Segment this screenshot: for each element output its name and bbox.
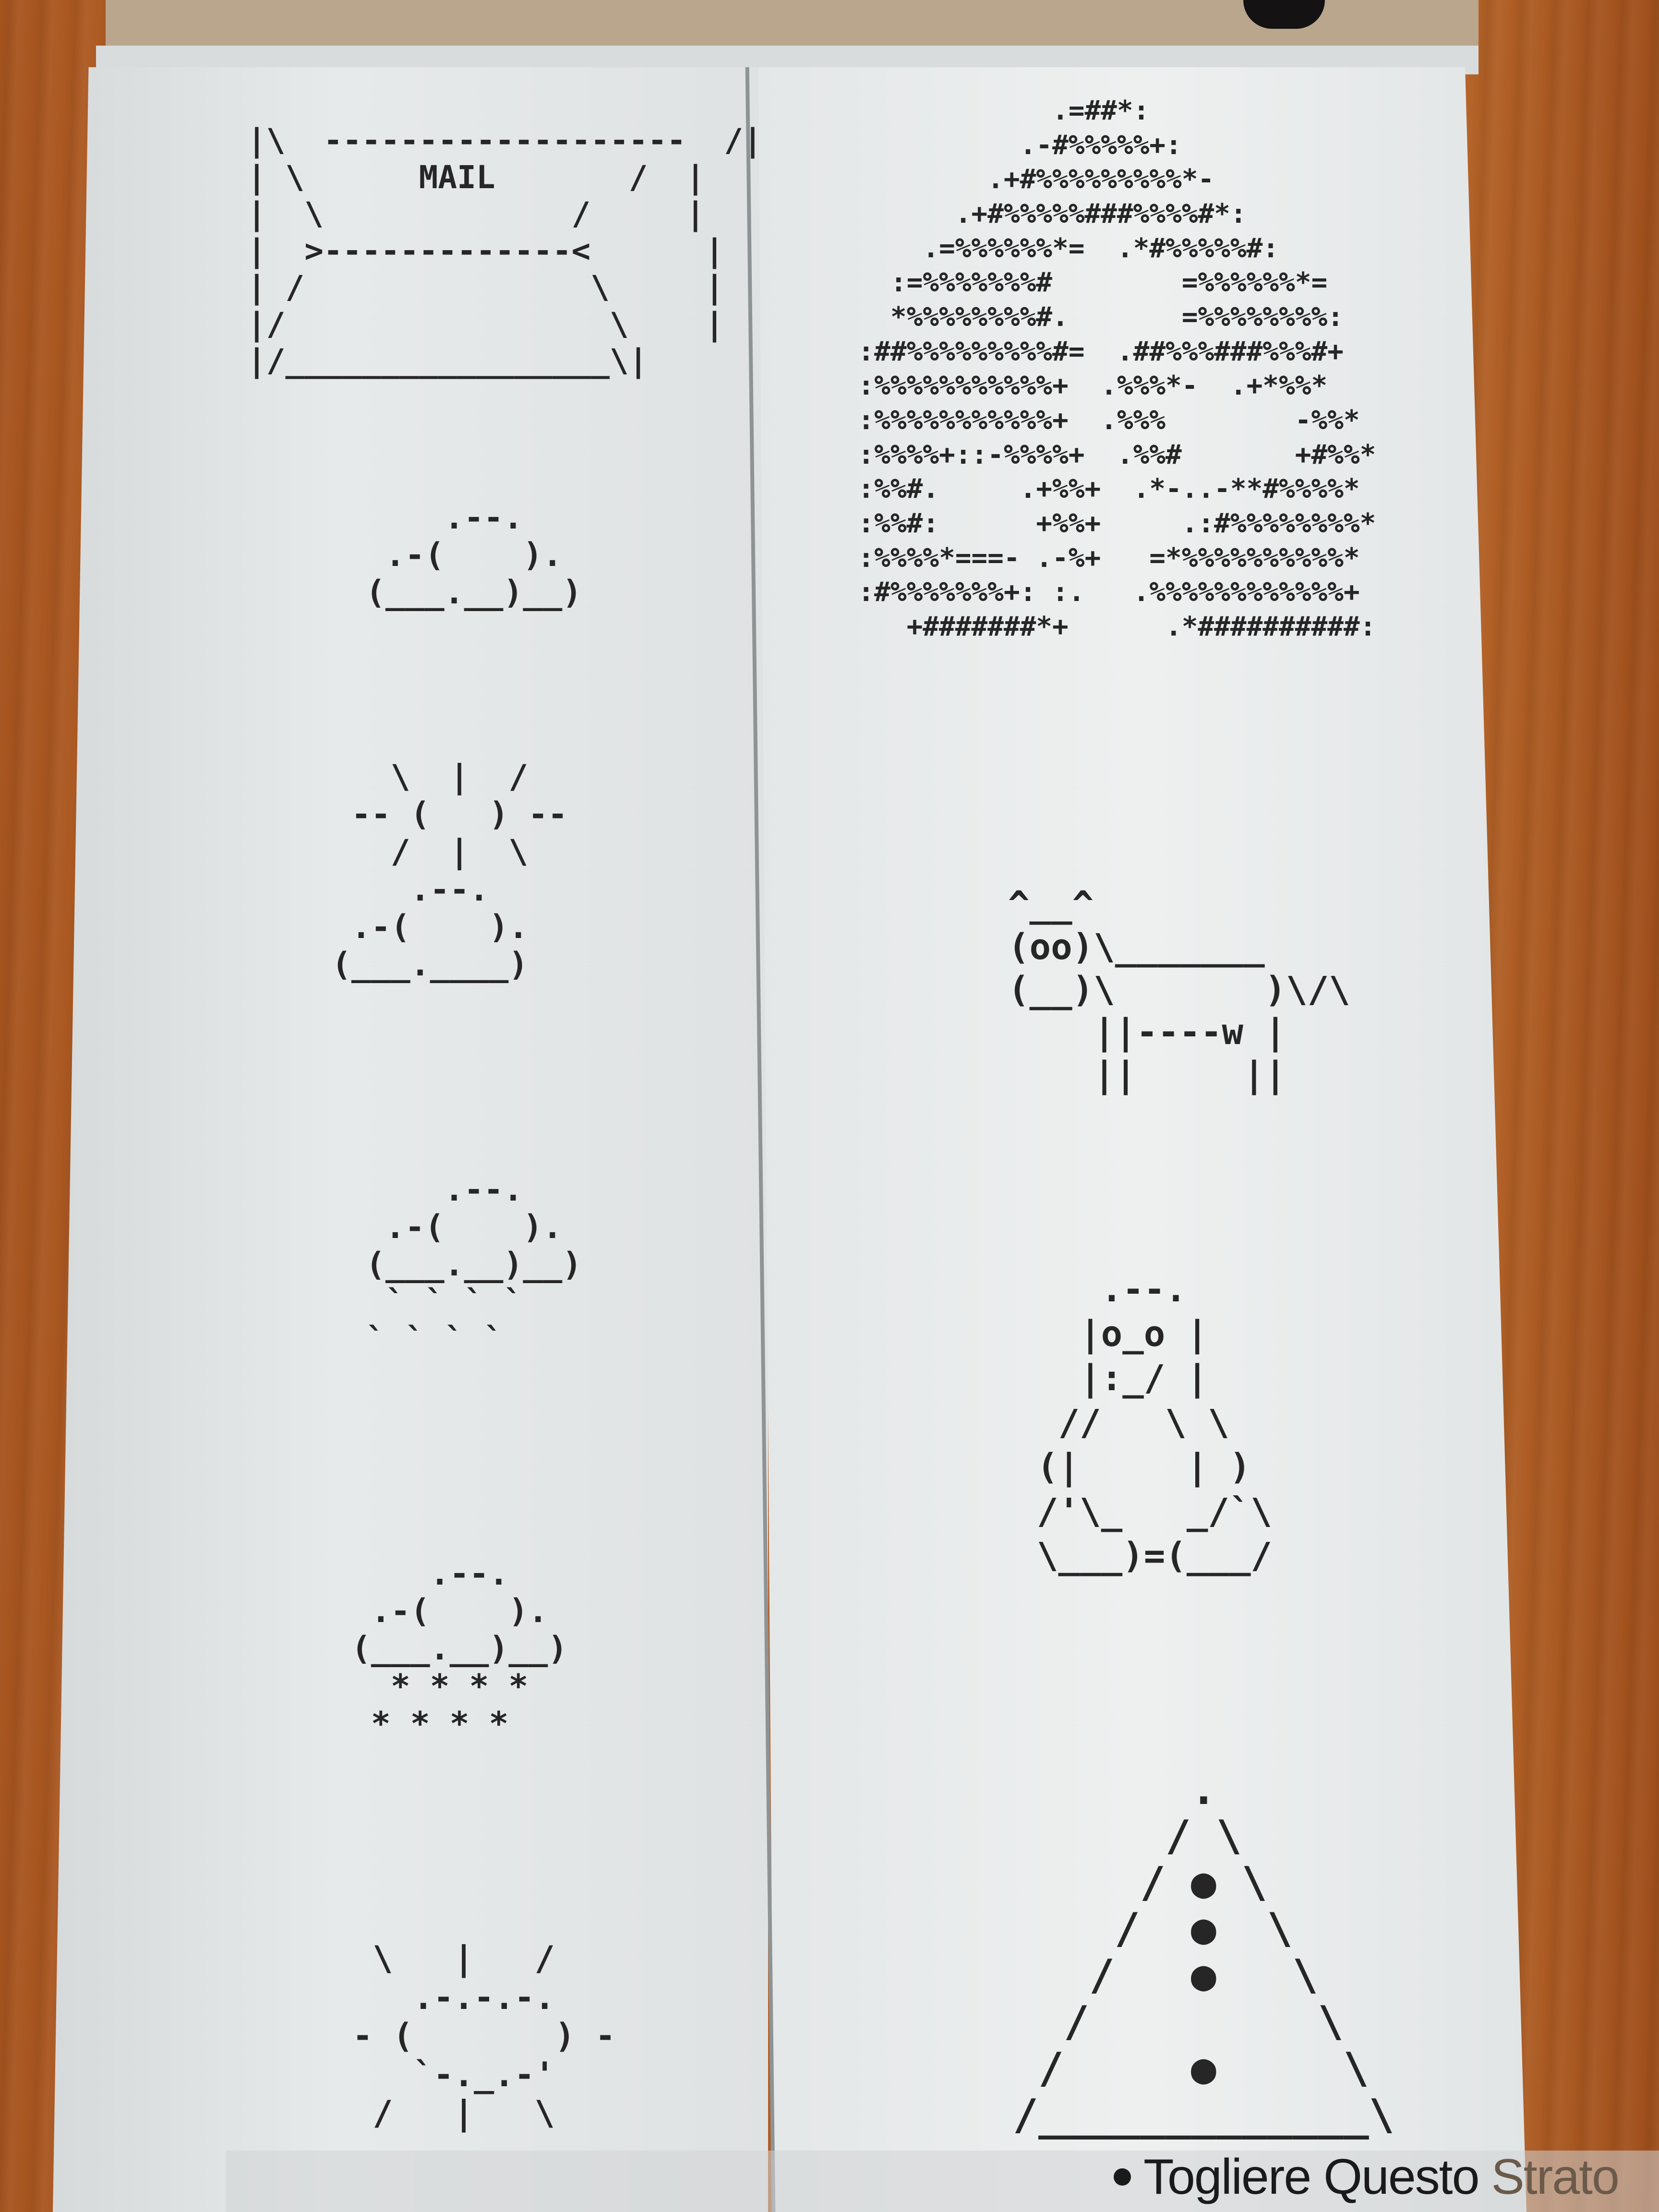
rain-cloud-art: .--. .-( ). (___.__)__) ` ` ` ` ` ` ` ` [365, 1171, 582, 1359]
caption-trailing: Strato [1491, 2149, 1619, 2205]
tux-penguin-art: .--. |o_o | |:_/ | // \ \ (| | ) /'\_ _/… [1037, 1269, 1273, 1576]
triangle-art: . / \ / ● \ / ● \ / ● \ / \ / ● \ /_____… [1013, 1765, 1395, 2140]
globe-art: .=##*: .-#%%%%%+: .+#%%%%%%%%%*- .+#%%%%… [858, 95, 1376, 643]
caption-text: Togliere Questo [1143, 2149, 1479, 2205]
sun-cloud-art: \ | / -- ( ) -- / | \ .--. .-( ). (___._… [331, 758, 568, 984]
paper-left-panel [53, 67, 768, 2212]
cow-art: ^__^ (oo)\_______ (__)\ )\/\ ||----w | |… [1008, 884, 1350, 1096]
bullet-icon [1114, 2168, 1131, 2186]
cloud-art: .--. .-( ). (___.__)__) [365, 499, 582, 612]
snow-cloud-art: .--. .-( ). (___.__)__) * * * * * * * * [351, 1555, 568, 1743]
mail-envelope-art: |\ ------------------- /| | \ MAIL / | |… [247, 122, 762, 380]
sun-art: \ | / .-.-.-. - ( ) - `-._.-' / | \ [352, 1939, 616, 2133]
overlay-caption: Togliere Questo Strato [1114, 2143, 1620, 2211]
